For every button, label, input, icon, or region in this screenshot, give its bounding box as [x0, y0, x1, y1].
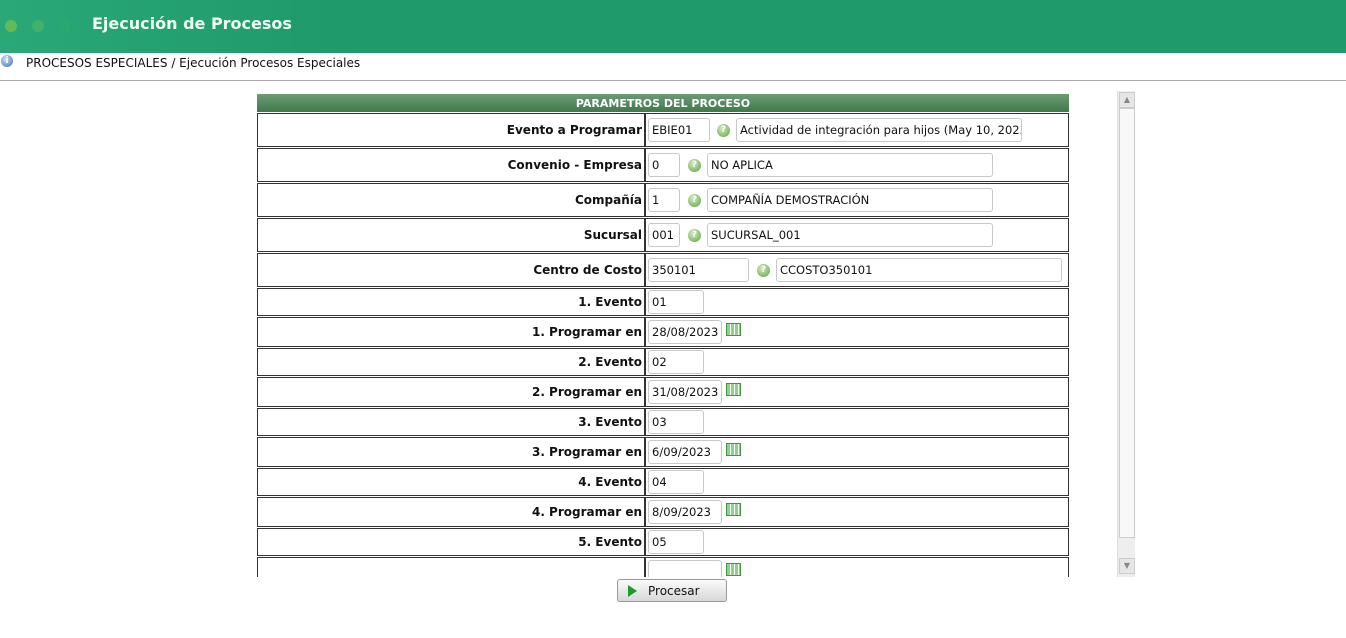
info-icon: i: [1, 55, 13, 67]
calendar-icon[interactable]: [726, 442, 741, 456]
centro-code-input[interactable]: 350101: [648, 258, 749, 282]
scrollbar-thumb[interactable]: [1119, 108, 1135, 538]
row-sucursal: Sucursal 001? SUCURSAL_001: [257, 218, 1069, 252]
window-dot: [59, 20, 71, 32]
fecha-3-input[interactable]: 6/09/2023: [648, 440, 722, 464]
vertical-scrollbar[interactable]: ▲ ▼: [1117, 91, 1135, 577]
calendar-icon[interactable]: [726, 382, 741, 396]
fecha-4-input[interactable]: 8/09/2023: [648, 500, 722, 524]
label: 3. Programar en: [257, 437, 645, 467]
section-title: PARAMETROS DEL PROCESO: [257, 94, 1069, 112]
evento-3-input[interactable]: 03: [648, 410, 704, 434]
form-scroll-panel: PARAMETROS DEL PROCESO Evento a Programa…: [256, 91, 1135, 577]
convenio-desc-input[interactable]: NO APLICA: [707, 153, 993, 177]
fecha-5-input[interactable]: [648, 560, 722, 577]
calendar-icon[interactable]: [726, 562, 741, 576]
label: Compañía: [257, 183, 645, 217]
sucursal-desc-input[interactable]: SUCURSAL_001: [707, 223, 993, 247]
breadcrumb: i PROCESOS ESPECIALES / Ejecución Proces…: [0, 53, 1346, 81]
evento-5-input[interactable]: 05: [648, 530, 704, 554]
evento-desc-input[interactable]: Actividad de integración para hijos (May…: [736, 118, 1022, 142]
label: Convenio - Empresa: [257, 148, 645, 182]
evento-code-input[interactable]: EBIE01: [648, 118, 710, 142]
row-convenio: Convenio - Empresa 0? NO APLICA: [257, 148, 1069, 182]
process-parameters-table: PARAMETROS DEL PROCESO Evento a Programa…: [257, 93, 1069, 577]
window-dot: [5, 20, 17, 32]
label: 2. Programar en: [257, 377, 645, 407]
evento-1-input[interactable]: 01: [648, 290, 704, 314]
row-centro-costo: Centro de Costo 350101? CCOSTO350101: [257, 253, 1069, 287]
help-icon[interactable]: ?: [688, 193, 701, 207]
compania-desc-input[interactable]: COMPAÑÍA DEMOSTRACIÓN: [707, 188, 993, 212]
scroll-up-icon[interactable]: ▲: [1119, 92, 1135, 108]
app-header: Ejecución de Procesos: [0, 0, 1346, 53]
label: 2. Evento: [257, 348, 645, 376]
fecha-1-input[interactable]: 28/08/2023: [648, 320, 722, 344]
calendar-icon[interactable]: [726, 502, 741, 516]
label: 3. Evento: [257, 408, 645, 436]
play-icon: [628, 585, 637, 597]
label: [257, 557, 645, 577]
label: 1. Programar en: [257, 317, 645, 347]
evento-4-input[interactable]: 04: [648, 470, 704, 494]
label: 5. Evento: [257, 528, 645, 556]
page-title: Ejecución de Procesos: [92, 14, 292, 33]
centro-desc-input[interactable]: CCOSTO350101: [776, 258, 1062, 282]
help-icon[interactable]: ?: [688, 158, 701, 172]
label: 4. Evento: [257, 468, 645, 496]
compania-code-input[interactable]: 1: [648, 188, 680, 212]
help-icon[interactable]: ?: [757, 263, 770, 277]
label: Evento a Programar: [257, 113, 645, 147]
label: Sucursal: [257, 218, 645, 252]
help-icon[interactable]: ?: [717, 123, 730, 137]
row-evento: Evento a Programar EBIE01? Actividad de i…: [257, 113, 1069, 147]
fecha-2-input[interactable]: 31/08/2023: [648, 380, 722, 404]
calendar-icon[interactable]: [726, 322, 741, 336]
label: 4. Programar en: [257, 497, 645, 527]
evento-2-input[interactable]: 02: [648, 350, 704, 374]
label: Centro de Costo: [257, 253, 645, 287]
help-icon[interactable]: ?: [688, 228, 701, 242]
procesar-label: Procesar: [648, 584, 700, 598]
scroll-down-icon[interactable]: ▼: [1119, 558, 1135, 574]
window-dot: [32, 20, 44, 32]
breadcrumb-text: PROCESOS ESPECIALES / Ejecución Procesos…: [26, 56, 361, 70]
label: 1. Evento: [257, 288, 645, 316]
row-compania: Compañía 1? COMPAÑÍA DEMOSTRACIÓN: [257, 183, 1069, 217]
procesar-button[interactable]: Procesar: [617, 579, 727, 602]
convenio-code-input[interactable]: 0: [648, 153, 680, 177]
sucursal-code-input[interactable]: 001: [648, 223, 680, 247]
